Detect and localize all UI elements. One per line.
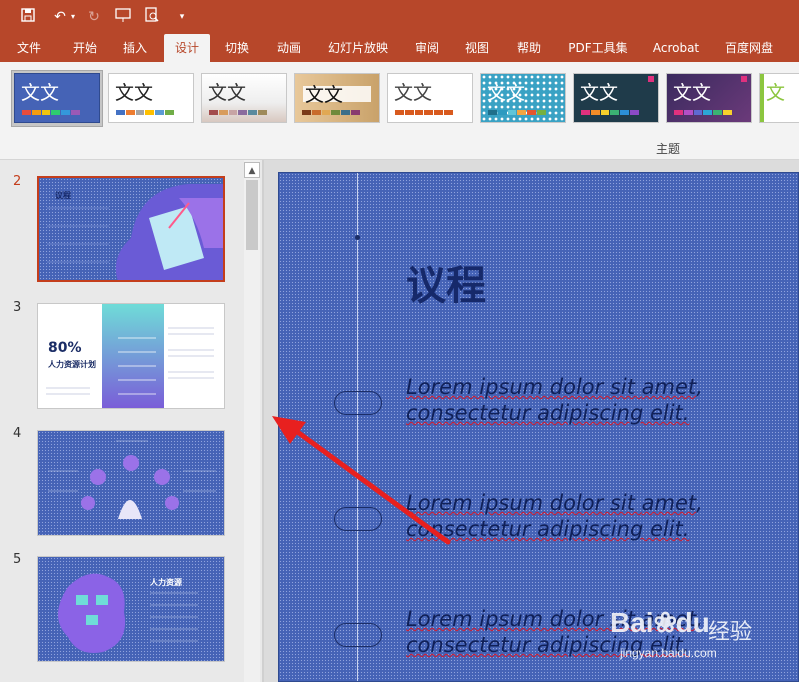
timeline-pill-1 [334, 391, 382, 415]
timeline-pill-3 [334, 623, 382, 647]
theme-5[interactable]: 文文 [387, 73, 473, 123]
undo-icon[interactable]: ↶ [50, 7, 70, 27]
scrollbar-thumb[interactable] [246, 180, 258, 250]
tab-animations[interactable]: 动画 [268, 34, 310, 62]
tab-slideshow[interactable]: 幻灯片放映 [320, 34, 396, 62]
tab-home[interactable]: 开始 [64, 34, 106, 62]
theme-sample-text: 文文 [487, 82, 526, 104]
timeline-pill-2 [334, 507, 382, 531]
theme-color-bar [674, 110, 732, 115]
theme-color-bar [209, 110, 267, 115]
theme-7-corner [648, 76, 654, 82]
theme-7[interactable]: 文文 [573, 73, 659, 123]
agenda-text: Lorem ipsum dolor sit [406, 491, 642, 515]
watermark-brand-part1: Bai [610, 607, 654, 638]
agenda-text: amet [641, 491, 697, 515]
theme-sample-text-partial: 文 [766, 82, 786, 104]
watermark-url: jingyan.baidu.com [620, 646, 717, 660]
thumb-5-title: 人力资源 [150, 578, 182, 587]
undo-dropdown-icon[interactable]: ▾ [68, 7, 78, 27]
slide-number-5: 5 [13, 552, 22, 567]
tab-insert[interactable]: 插入 [114, 34, 156, 62]
themes-group-label: 主题 [656, 142, 681, 156]
agenda-text: Lorem ipsum dolor sit [406, 375, 642, 399]
save-icon[interactable] [18, 7, 38, 27]
theme-color-bar [395, 110, 453, 115]
tab-review[interactable]: 审阅 [406, 34, 448, 62]
slide-thumbnail-4[interactable] [37, 430, 225, 536]
theme-sample-text: 文文 [394, 82, 433, 104]
timeline-dot [355, 235, 360, 240]
theme-3[interactable]: 文文 [201, 73, 287, 123]
theme-color-bar [488, 110, 546, 115]
tab-help[interactable]: 帮助 [508, 34, 550, 62]
theme-8[interactable]: 文文 [666, 73, 752, 123]
theme-sample-text: 文文 [208, 82, 247, 104]
print-preview-icon[interactable] [142, 7, 162, 27]
thumb-2-illustration [47, 184, 223, 280]
theme-sample-text: 文文 [580, 82, 619, 104]
theme-4[interactable]: 文文 [294, 73, 380, 123]
quick-access-toolbar: ↶ ▾ ↻ ▾ [0, 0, 799, 34]
themes-ribbon: 文文 文文 文文 文文 文文 文文 文文 文文 文 主题 [0, 62, 799, 160]
agenda-text: , [696, 491, 703, 515]
watermark-brand-part2: du [675, 607, 710, 638]
customize-qat-icon[interactable]: ▾ [172, 7, 192, 27]
thumb-4-illustration [48, 440, 216, 519]
agenda-text: consectetur adipiscing elit. [406, 517, 690, 541]
slide-number-3: 3 [13, 300, 22, 315]
agenda-item-1-line-2[interactable]: consectetur adipiscing elit. [406, 401, 689, 425]
tab-baidu-netdisk[interactable]: 百度网盘 [716, 34, 782, 62]
tab-file[interactable]: 文件 [8, 34, 50, 62]
thumbnails-scrollbar[interactable]: ▲ [244, 160, 260, 682]
theme-6[interactable]: 文文 [480, 73, 566, 123]
agenda-text: , [696, 375, 703, 399]
theme-sample-text: 文文 [21, 82, 60, 104]
theme-9-partial[interactable]: 文 [759, 73, 799, 123]
agenda-item-2-line-2[interactable]: consectetur adipiscing elit. [406, 517, 689, 541]
agenda-text: Lorem ipsum dolor sit [406, 607, 642, 631]
slide-title[interactable]: 议程 [406, 253, 486, 311]
agenda-text: amet [641, 375, 697, 399]
tab-design[interactable]: 设计 [164, 34, 210, 62]
watermark-jingyan: 经验 [708, 620, 753, 645]
tab-transitions[interactable]: 切换 [216, 34, 258, 62]
timeline-line [357, 173, 358, 681]
slide-number-2: 2 [13, 174, 22, 189]
slide-thumbnail-3[interactable]: 80% 人力资源计划 [37, 303, 225, 409]
slideshow-from-start-icon[interactable] [113, 7, 133, 27]
theme-sample-text: 文文 [673, 82, 712, 104]
ribbon-tabs: 文件 开始 插入 设计 切换 动画 幻灯片放映 审阅 视图 帮助 PDF工具集 … [0, 34, 799, 62]
theme-1[interactable]: 文文 [14, 73, 100, 123]
redo-icon[interactable]: ↻ [84, 7, 104, 27]
theme-sample-text: 文文 [115, 82, 154, 104]
theme-sample-text: 文文 [305, 84, 344, 106]
theme-8-corner [741, 76, 747, 82]
thumb-3-lines [46, 327, 214, 395]
tab-pdf-tools[interactable]: PDF工具集 [560, 34, 636, 62]
paw-icon: ❀ [653, 607, 678, 638]
tab-view[interactable]: 视图 [456, 34, 498, 62]
theme-color-bar [22, 110, 80, 115]
agenda-item-2-line-1[interactable]: Lorem ipsum dolor sit amet, [406, 491, 703, 515]
agenda-item-1-line-1[interactable]: Lorem ipsum dolor sit amet, [406, 375, 703, 399]
thumb-5-illustration [58, 573, 198, 653]
watermark-brand: Bai❀du [610, 606, 710, 639]
tab-acrobat[interactable]: Acrobat [646, 34, 706, 62]
theme-color-bar [581, 110, 639, 115]
scroll-up-icon[interactable]: ▲ [244, 162, 260, 178]
theme-color-bar [302, 110, 360, 115]
theme-2[interactable]: 文文 [108, 73, 194, 123]
slide-thumbnail-2[interactable]: 议程 [37, 176, 225, 282]
slide-thumbnails-pane: 2 议程 3 80% 人力资源计划 4 5 人力资源 [0, 160, 262, 682]
slide-thumbnail-5[interactable]: 人力资源 [37, 556, 225, 662]
baidu-watermark: Bai❀du 经验 jingyan.baidu.com [610, 596, 790, 676]
agenda-text: consectetur adipiscing elit. [406, 401, 690, 425]
theme-color-bar [116, 110, 174, 115]
slide-number-4: 4 [13, 426, 22, 441]
theme-9-stripe [760, 74, 764, 122]
